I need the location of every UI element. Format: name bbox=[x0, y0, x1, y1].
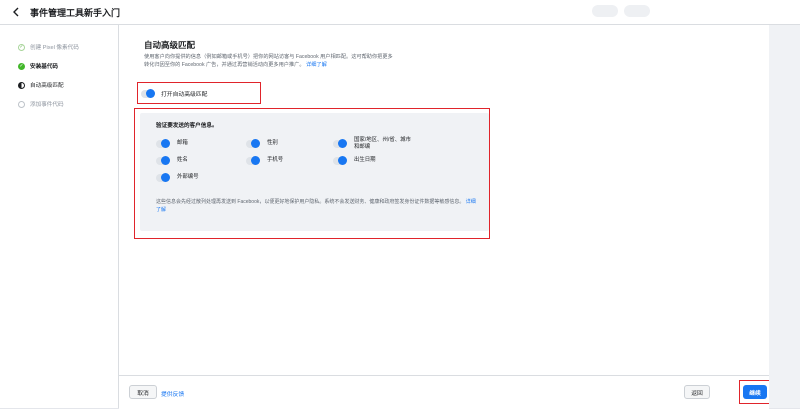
check-circle-icon: ✓ bbox=[18, 62, 25, 70]
cancel-button[interactable]: 取消 bbox=[129, 385, 157, 399]
birthdate-toggle[interactable] bbox=[333, 156, 347, 165]
gender-toggle[interactable] bbox=[246, 139, 260, 148]
step-label: 安装基代码 bbox=[30, 64, 58, 70]
empty-circle-icon bbox=[18, 100, 25, 108]
privacy-note-text: 这些信息会先经过散列处理再发送到 Facebook，以便更好地保护用户隐私。系统… bbox=[156, 199, 465, 205]
main-panel: 自动高级匹配 使用客户向你提供的信息（例如邮箱或手机号）把你的网站访客与 Fac… bbox=[119, 25, 771, 409]
field-birthdate[interactable]: 出生日期 bbox=[333, 156, 376, 165]
top-bar: 事件管理工具新手入门 bbox=[0, 0, 800, 25]
account-area bbox=[592, 5, 650, 17]
setup-steps-sidebar: ✓ 创建 Pixel 像素代码 ✓ 安装基代码 自动高级匹配 添加事件代码 bbox=[0, 25, 119, 408]
section-description: 使用客户向你提供的信息（例如邮箱或手机号）把你的网站访客与 Facebook 用… bbox=[144, 53, 394, 69]
field-email[interactable]: 邮箱 bbox=[156, 139, 188, 148]
step-auto-advanced-matching[interactable]: 自动高级匹配 bbox=[18, 78, 118, 92]
footer-bar: 取消 提供反馈 返回 继续 bbox=[119, 375, 771, 409]
auto-matching-toggle[interactable] bbox=[141, 89, 155, 98]
step-label: 创建 Pixel 像素代码 bbox=[30, 45, 79, 51]
field-label: 性别 bbox=[267, 140, 278, 146]
account-chip[interactable] bbox=[592, 5, 618, 17]
field-external-id[interactable]: 外部编号 bbox=[156, 173, 199, 182]
field-label: 出生日期 bbox=[354, 157, 376, 163]
panel-title: 验证要发送的客户信息。 bbox=[156, 123, 218, 129]
description-text: 使用客户向你提供的信息（例如邮箱或手机号）把你的网站访客与 Facebook 用… bbox=[144, 54, 393, 68]
step-add-event-code[interactable]: 添加事件代码 bbox=[18, 97, 118, 111]
back-navigation-button[interactable] bbox=[6, 2, 26, 22]
continue-button[interactable]: 继续 bbox=[743, 385, 767, 399]
phone-toggle[interactable] bbox=[246, 156, 260, 165]
email-toggle[interactable] bbox=[156, 139, 170, 148]
checkmark-icon: ✓ bbox=[18, 43, 25, 51]
half-circle-icon bbox=[18, 81, 25, 89]
privacy-note: 这些信息会先经过散列处理再发送到 Facebook，以便更好地保护用户隐私。系统… bbox=[156, 198, 476, 214]
external-id-toggle[interactable] bbox=[156, 173, 170, 182]
field-label: 姓名 bbox=[177, 157, 188, 163]
field-location[interactable]: 国家/地区、州/省、城市和邮编 bbox=[333, 137, 415, 151]
step-create-pixel[interactable]: ✓ 创建 Pixel 像素代码 bbox=[18, 40, 118, 54]
right-gutter bbox=[769, 25, 800, 408]
field-name[interactable]: 姓名 bbox=[156, 156, 188, 165]
back-button[interactable]: 返回 bbox=[684, 385, 710, 399]
field-label: 手机号 bbox=[267, 157, 284, 163]
feedback-link[interactable]: 提供反馈 bbox=[161, 389, 184, 398]
location-toggle[interactable] bbox=[333, 139, 347, 148]
step-install-base-code[interactable]: ✓ 安装基代码 bbox=[18, 59, 118, 73]
field-label: 国家/地区、州/省、城市和邮编 bbox=[354, 137, 411, 150]
field-label: 邮箱 bbox=[177, 140, 188, 146]
step-label: 自动高级匹配 bbox=[30, 83, 64, 89]
section-title: 自动高级匹配 bbox=[144, 40, 196, 50]
name-toggle[interactable] bbox=[156, 156, 170, 165]
customer-info-panel: 验证要发送的客户信息。 邮箱 性别 国家/地区、州/省、城市和邮编 姓名 手机号… bbox=[140, 113, 489, 231]
account-chip[interactable] bbox=[624, 5, 650, 17]
field-phone[interactable]: 手机号 bbox=[246, 156, 284, 165]
field-gender[interactable]: 性别 bbox=[246, 139, 278, 148]
chevron-left-icon bbox=[13, 7, 19, 17]
field-label: 外部编号 bbox=[177, 174, 199, 180]
learn-more-link[interactable]: 详细了解 bbox=[306, 62, 327, 68]
step-label: 添加事件代码 bbox=[30, 102, 64, 108]
toggle-label: 打开自动高级匹配 bbox=[161, 92, 208, 98]
auto-matching-toggle-row[interactable]: 打开自动高级匹配 bbox=[141, 89, 207, 98]
page-title: 事件管理工具新手入门 bbox=[30, 7, 121, 18]
